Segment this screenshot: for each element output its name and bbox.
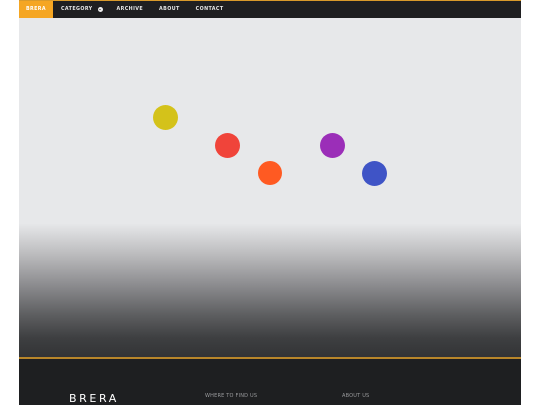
nav-item-label: ABOUT <box>159 7 180 12</box>
top-navbar: BRERA CATEGORY ARCHIVE ABOUT CONTACT <box>19 0 521 18</box>
nav-item-category[interactable]: CATEGORY <box>53 1 109 18</box>
nav-item-contact[interactable]: CONTACT <box>188 1 232 18</box>
hero-animation <box>19 18 521 224</box>
nav-item-brera[interactable]: BRERA <box>19 1 53 18</box>
page: BRERA CATEGORY ARCHIVE ABOUT CONTACT BRE… <box>0 0 540 405</box>
nav-item-archive[interactable]: ARCHIVE <box>109 1 152 18</box>
red-dot <box>215 133 240 158</box>
blue-dot <box>362 161 387 186</box>
purple-dot <box>320 133 345 158</box>
nav-item-label: ARCHIVE <box>116 7 144 12</box>
footer: BRERA WHERE TO FIND US ABOUT US <box>19 359 521 405</box>
footer-heading-about: ABOUT US <box>342 393 370 399</box>
yellow-dot <box>153 105 178 130</box>
site-frame: BRERA CATEGORY ARCHIVE ABOUT CONTACT BRE… <box>19 0 521 405</box>
hero-gradient-band <box>19 224 521 358</box>
nav-item-label: BRERA <box>25 7 47 12</box>
footer-logo: BRERA <box>69 392 119 405</box>
orange-dot <box>258 161 282 185</box>
nav-item-label: CONTACT <box>195 7 224 12</box>
chevron-down-icon <box>97 7 103 12</box>
nav-item-label: CATEGORY <box>61 7 93 12</box>
footer-heading-where: WHERE TO FIND US <box>205 393 258 399</box>
nav-item-about[interactable]: ABOUT <box>151 1 188 18</box>
